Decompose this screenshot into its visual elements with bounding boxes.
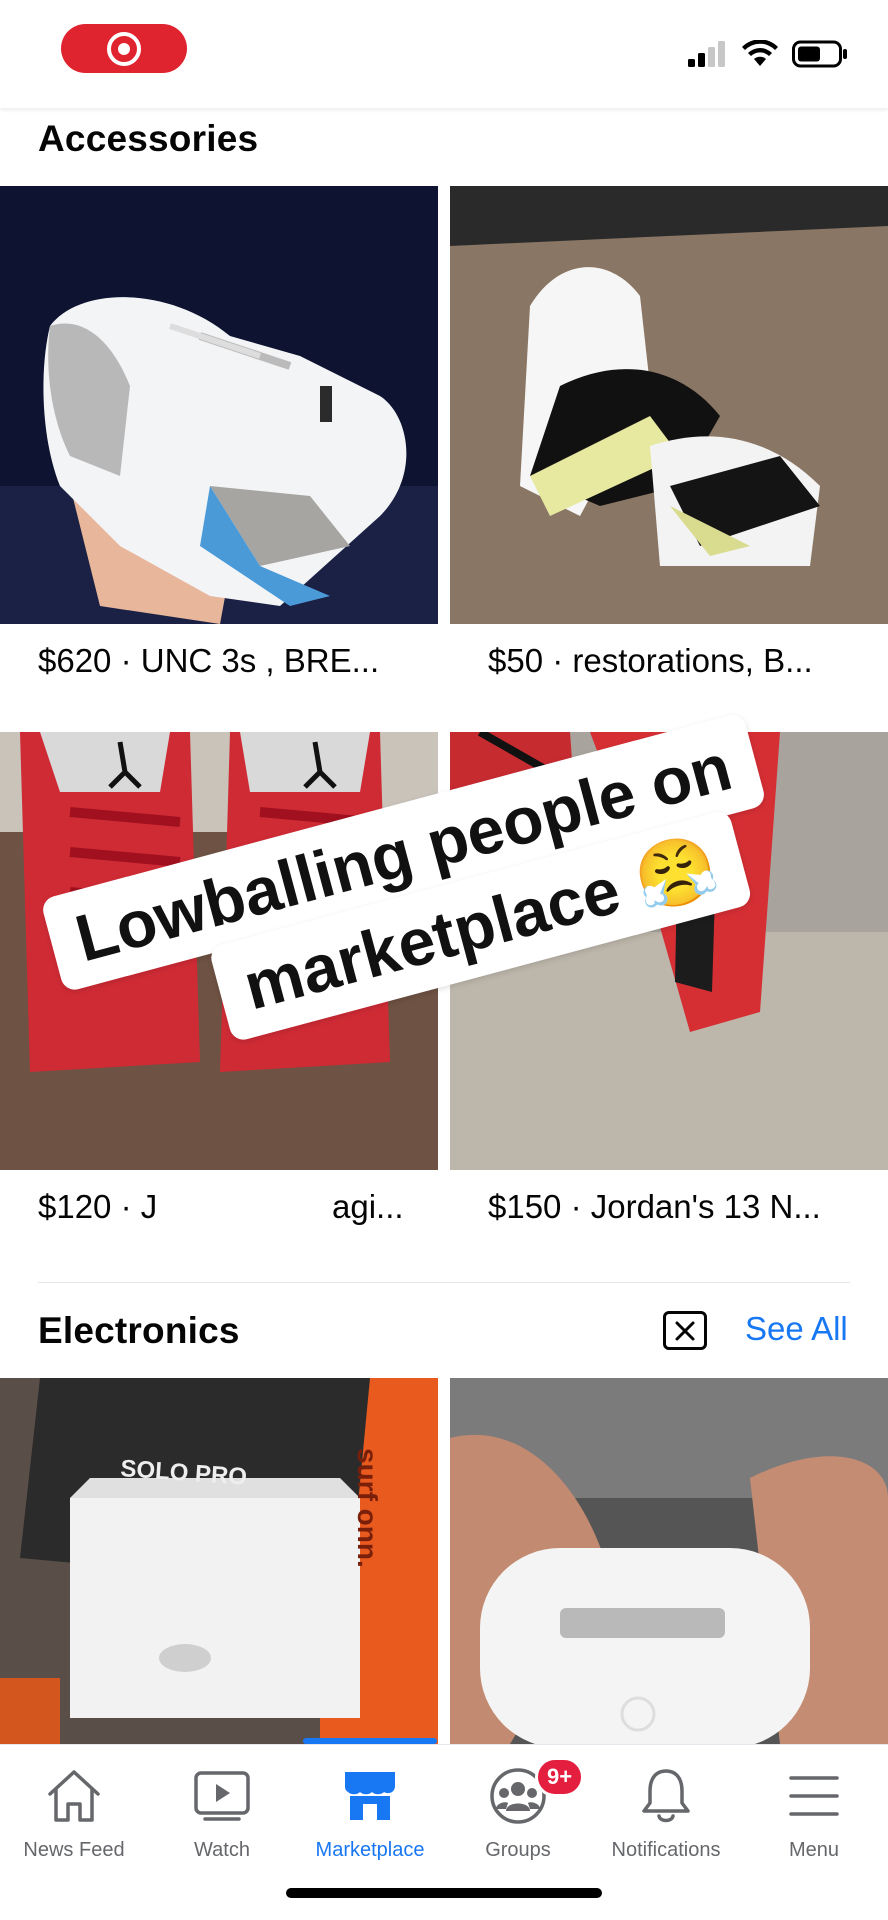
tab-label: News Feed	[23, 1839, 125, 1861]
see-all-link[interactable]: See All	[745, 1310, 848, 1348]
home-indicator[interactable]	[286, 1888, 602, 1898]
section-title-electronics: Electronics	[38, 1310, 240, 1351]
notification-badge: 9+	[535, 1757, 585, 1797]
listing-price-title[interactable]: $50 · restorations, B...	[488, 642, 813, 680]
bell-icon	[640, 1765, 692, 1827]
marketplace-icon	[341, 1765, 399, 1827]
hide-section-button[interactable]	[663, 1311, 707, 1350]
groups-icon: 9+	[489, 1757, 585, 1827]
huffing-face-icon: 😤	[625, 826, 725, 920]
tab-label: Groups	[485, 1839, 551, 1861]
section-title-accessories: Accessories	[38, 118, 259, 159]
wifi-icon	[742, 40, 778, 66]
tab-label: Marketplace	[315, 1839, 425, 1861]
listing-image[interactable]	[450, 186, 888, 624]
tab-groups[interactable]: 9+ Groups	[444, 1745, 592, 1875]
tab-label: Notifications	[611, 1839, 721, 1861]
tab-marketplace[interactable]: Marketplace	[296, 1745, 444, 1875]
tab-notifications[interactable]: Notifications	[592, 1745, 740, 1875]
tab-watch[interactable]: Watch	[148, 1745, 296, 1875]
battery-icon	[792, 40, 847, 68]
record-icon	[107, 31, 141, 66]
listing-price-title[interactable]: $150 · Jordan's 13 N...	[488, 1188, 821, 1226]
listing-price-title[interactable]: $120 · J	[38, 1188, 157, 1226]
tab-label: Watch	[194, 1839, 250, 1861]
listing-price-title-tail: agi...	[332, 1188, 404, 1225]
tab-label: Menu	[788, 1839, 840, 1861]
status-icons	[688, 40, 848, 68]
tab-news-feed[interactable]: News Feed	[0, 1745, 148, 1875]
signal-icon	[688, 41, 725, 67]
box-side-text: surf onn.	[352, 1448, 383, 1568]
status-bar	[0, 0, 888, 108]
close-icon	[675, 1321, 695, 1340]
listing-image[interactable]	[0, 186, 438, 624]
listing-image[interactable]: SOLO PRO surf onn.	[0, 1378, 438, 1744]
accessories-header: Accessories	[0, 108, 888, 164]
listing-price-title[interactable]: $620 · UNC 3s , BRE...	[38, 642, 379, 680]
tab-menu[interactable]: Menu	[740, 1745, 888, 1875]
listing-image[interactable]	[450, 1378, 888, 1744]
section-divider	[38, 1282, 850, 1283]
watch-icon	[193, 1765, 251, 1827]
home-icon	[45, 1765, 103, 1827]
screen-record-indicator[interactable]	[61, 24, 187, 73]
hamburger-menu-icon	[788, 1765, 840, 1827]
